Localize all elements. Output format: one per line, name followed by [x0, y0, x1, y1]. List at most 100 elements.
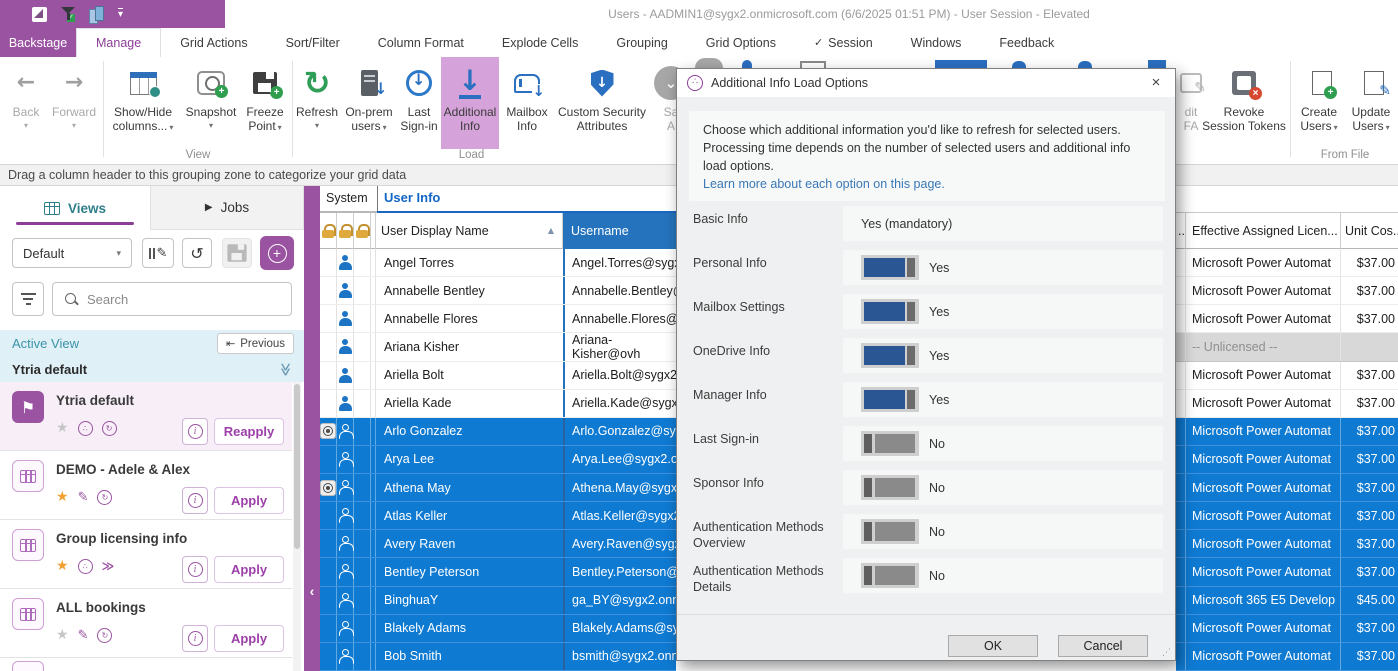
table-row[interactable]: Angel TorresAngel.Torres@sygx [320, 249, 676, 277]
refresh-button[interactable]: ↻ Refresh▾ [295, 57, 339, 149]
snapshot-button[interactable]: + Snapshot▾ [182, 57, 240, 149]
toggle-yes-switch[interactable] [861, 387, 919, 412]
star-icon[interactable]: ★ [56, 558, 69, 574]
rename-view-button[interactable]: ✎ [142, 238, 174, 268]
lock-column-header[interactable] [337, 213, 354, 249]
update-users-button[interactable]: ✎ Update Users▾ [1346, 57, 1396, 149]
freeze-point-button[interactable]: + Freeze Point▾ [240, 57, 290, 149]
star-icon[interactable]: ★ [56, 489, 69, 505]
column-header-effective-assigned-licenses[interactable]: Effective Assigned Licen... [1186, 213, 1341, 249]
revoke-session-tokens-button[interactable]: × Revoke Session Tokens [1202, 57, 1286, 149]
tab-views[interactable]: Views [0, 186, 150, 230]
star-icon[interactable]: ★ [56, 627, 69, 643]
table-row[interactable]: Microsoft Power Automat$37.00 [1176, 530, 1398, 558]
tab-grid-options[interactable]: Grid Options [687, 28, 795, 57]
table-row[interactable]: Microsoft Power Automat$37.00 [1176, 502, 1398, 530]
view-list-item[interactable]: DEMO - Adele & Alex★✎↻iApply [0, 451, 292, 520]
table-row[interactable]: Microsoft Power Automat$37.00 [1176, 249, 1398, 277]
qat-dropdown-icon[interactable]: ▾ [118, 8, 123, 20]
additional-info-button[interactable]: ↓ Additional Info [441, 57, 499, 149]
toggle-yes-switch[interactable] [861, 255, 919, 280]
cancel-button[interactable]: Cancel [1058, 635, 1148, 657]
view-info-button[interactable]: i [182, 487, 208, 514]
last-sign-in-button[interactable]: ↓ Last Sign-in [398, 57, 440, 149]
filter-views-button[interactable] [12, 282, 44, 316]
toggle-no-switch[interactable] [861, 519, 919, 544]
table-row[interactable]: Microsoft Power Automat$37.00 [1176, 390, 1398, 418]
table-row[interactable]: Bob Smithbsmith@sygx2.onm [320, 643, 676, 671]
lock-column-header[interactable] [354, 213, 371, 249]
tab-feedback[interactable]: Feedback [980, 28, 1073, 57]
add-view-button[interactable]: + [260, 236, 294, 270]
on-prem-users-button[interactable]: ↓ On-prem users▾ [341, 57, 397, 149]
filter-check-icon[interactable]: ✓ [61, 6, 75, 22]
tab-grid-actions[interactable]: Grid Actions [161, 28, 266, 57]
tab-column-format[interactable]: Column Format [359, 28, 483, 57]
tab-jobs[interactable]: ▶ Jobs [150, 186, 304, 230]
tab-sort-filter[interactable]: Sort/Filter [267, 28, 359, 57]
table-row[interactable]: -- Unlicensed -- [1176, 333, 1398, 361]
custom-security-attributes-button[interactable]: ↓ Custom Security Attributes [556, 57, 648, 149]
column-header-username[interactable]: Username [563, 213, 676, 249]
table-row[interactable]: Microsoft Power Automat$37.00 [1176, 474, 1398, 502]
truncated-column-header[interactable]: .. [1176, 213, 1186, 249]
mailbox-info-button[interactable]: ↓ Mailbox Info [500, 57, 554, 149]
toggle-no-switch[interactable] [861, 431, 919, 456]
table-row[interactable]: Microsoft Power Automat$37.00 [1176, 643, 1398, 671]
table-row[interactable]: Microsoft Power Automat$37.00 [1176, 558, 1398, 586]
table-row[interactable]: Annabelle FloresAnnabelle.Flores@s [320, 305, 676, 333]
view-set-select[interactable]: Default ▾ [12, 238, 132, 268]
toggle-yes-switch[interactable] [861, 343, 919, 368]
lock-column-header[interactable] [320, 213, 337, 249]
view-list-scrollbar[interactable] [293, 382, 301, 671]
table-row[interactable]: Microsoft 365 E5 Develop$45.00 [1176, 587, 1398, 615]
view-info-button[interactable]: i [182, 556, 208, 583]
view-list-item[interactable]: ⚑Ytria default★∴↻iReapply [0, 382, 292, 451]
table-row[interactable]: Arlo GonzalezArlo.Gonzalez@syg [320, 418, 676, 446]
tab-session[interactable]: ✓Session [795, 28, 892, 57]
tab-manage[interactable]: Manage [76, 28, 161, 57]
table-row[interactable]: Ariana KisherAriana-Kisher@ovh [320, 333, 676, 361]
table-row[interactable]: Microsoft Power Automat$37.00 [1176, 277, 1398, 305]
table-row[interactable]: Microsoft Power Automat$37.00 [1176, 615, 1398, 643]
star-icon[interactable]: ★ [56, 420, 69, 436]
toggle-yes-switch[interactable] [861, 299, 919, 324]
toggle-no-switch[interactable] [861, 563, 919, 588]
close-icon[interactable]: × [1145, 73, 1167, 93]
table-row[interactable]: Ariella BoltAriella.Bolt@sygx2. [320, 362, 676, 390]
band-user-info[interactable]: User Info [384, 190, 440, 205]
table-row[interactable]: Annabelle BentleyAnnabelle.Bentley@ [320, 277, 676, 305]
table-row[interactable]: Atlas KellerAtlas.Keller@sygx2 [320, 502, 676, 530]
table-row[interactable]: Microsoft Power Automat$37.00 [1176, 362, 1398, 390]
table-row[interactable]: Blakely AdamsBlakely.Adams@syg [320, 615, 676, 643]
save-view-button[interactable] [222, 238, 252, 268]
search-input[interactable] [87, 292, 257, 307]
view-list-item[interactable]: Group licensing info★∴≫iApply [0, 520, 292, 589]
reapply-view-button[interactable]: Reapply [214, 418, 284, 445]
tab-backstage[interactable]: Backstage [0, 28, 76, 57]
ok-button[interactable]: OK [948, 635, 1038, 657]
table-row[interactable]: Athena MayAthena.May@sygx2 [320, 474, 676, 502]
view-list-item[interactable]: ALL bookings★✎↻iApply [0, 589, 292, 658]
column-header-unit-cost[interactable]: Unit Cos... [1341, 213, 1398, 249]
view-info-button[interactable]: i [182, 418, 208, 445]
table-row[interactable]: Microsoft Power Automat$37.00 [1176, 305, 1398, 333]
view-info-button[interactable]: i [182, 625, 208, 652]
tab-explode-cells[interactable]: Explode Cells [483, 28, 597, 57]
scrollbar-thumb[interactable] [294, 384, 300, 549]
learn-more-link[interactable]: Learn more about each option on this pag… [703, 177, 945, 191]
table-row[interactable]: Microsoft Power Automat$37.00 [1176, 418, 1398, 446]
toggle-no-switch[interactable] [861, 475, 919, 500]
apply-view-button[interactable]: Apply [214, 487, 284, 514]
create-users-button[interactable]: + Create Users▾ [1294, 57, 1344, 149]
table-row[interactable]: Avery RavenAvery.Raven@sygx [320, 530, 676, 558]
table-row[interactable]: Ariella KadeAriella.Kade@sygx2 [320, 390, 676, 418]
show-hide-columns-button[interactable]: Show/Hide columns...▾ [106, 57, 180, 149]
table-row[interactable]: Microsoft Power Automat$37.00 [1176, 446, 1398, 474]
column-header-user-display-name[interactable]: User Display Name ▲ [373, 213, 563, 249]
resize-grip[interactable]: ⋰ [1162, 647, 1172, 658]
previous-view-button[interactable]: ⇤ Previous [217, 333, 294, 354]
forward-button[interactable]: → Forward▾ [48, 57, 100, 149]
table-row[interactable]: Arya LeeArya.Lee@sygx2.on [320, 446, 676, 474]
columns-icon[interactable] [89, 6, 104, 22]
